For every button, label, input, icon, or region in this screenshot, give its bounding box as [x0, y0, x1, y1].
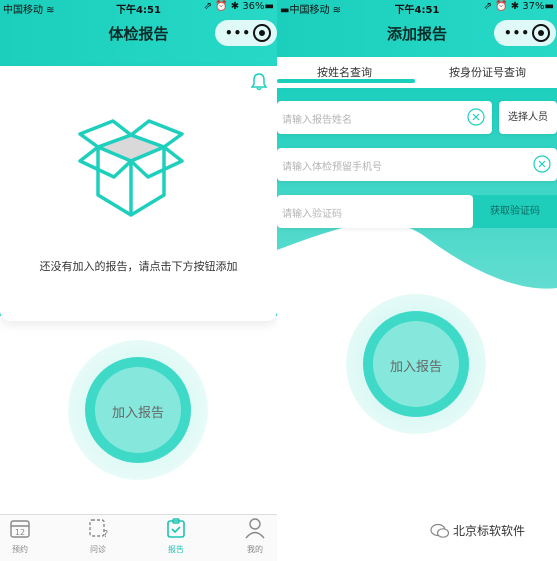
tab-label: 问诊 — [90, 545, 106, 554]
tab-profile[interactable]: 我的 — [235, 517, 275, 555]
code-placeholder: 请输入验证码 — [282, 209, 342, 220]
name-input[interactable]: 请输入报告姓名 — [277, 101, 492, 134]
report-icon — [167, 518, 185, 538]
miniprogram-capsule: ••• — [215, 20, 277, 46]
phone-input[interactable]: 请输入体检预留手机号 — [277, 148, 557, 181]
svg-text:?: ? — [103, 529, 108, 539]
watermark-text: 北京标软软件 — [453, 524, 526, 538]
more-icon[interactable]: ••• — [225, 27, 251, 39]
close-miniprogram-icon[interactable] — [532, 24, 550, 42]
status-icons: ⇗ ⏰ ✱ 37%▬ — [483, 1, 554, 12]
miniprogram-capsule: ••• — [494, 20, 556, 46]
tab-report[interactable]: 报告 — [156, 517, 196, 555]
select-person-button[interactable]: 选择人员 — [499, 101, 557, 134]
name-placeholder: 请输入报告姓名 — [282, 115, 352, 126]
code-input[interactable]: 请输入验证码 — [277, 195, 473, 228]
get-code-button[interactable]: 获取验证码 — [473, 195, 557, 228]
add-report-label: 加入报告 — [389, 360, 442, 375]
clear-icon[interactable] — [533, 155, 551, 173]
tab-by-id[interactable]: 按身份证号查询 — [449, 64, 526, 80]
header: 中国移动 ≋ 下午4:51 ⇗ ⏰ ✱ 36%▬ 体检报告 ••• — [0, 0, 277, 66]
tab-consult[interactable]: ? 问诊 — [78, 517, 118, 555]
tab-bar: 12 预约 ? 问诊 报告 我的 — [0, 514, 277, 561]
bell-icon[interactable] — [249, 72, 269, 92]
user-icon — [245, 518, 265, 539]
close-miniprogram-icon[interactable] — [253, 24, 271, 42]
report-list-screen: 中国移动 ≋ 下午4:51 ⇗ ⏰ ✱ 36%▬ 体检报告 ••• 还没有加入的… — [0, 0, 277, 561]
consult-icon: ? — [89, 519, 108, 540]
svg-text:12: 12 — [15, 528, 25, 537]
clear-icon[interactable] — [467, 108, 485, 126]
tab-label: 报告 — [168, 545, 184, 554]
calendar-icon: 12 — [10, 520, 30, 538]
phone-placeholder: 请输入体检预留手机号 — [282, 162, 382, 173]
tab-label: 预约 — [12, 545, 28, 554]
add-report-screen: ▬中国移动 ≋ 下午4:51 ⇗ ⏰ ✱ 37%▬ 添加报告 ••• 按姓名查询… — [277, 0, 557, 561]
add-report-label: 加入报告 — [111, 406, 164, 421]
report-card: 还没有加入的报告，请点击下方按钮添加 — [0, 66, 277, 321]
active-tab-indicator — [277, 79, 415, 83]
more-icon[interactable]: ••• — [504, 27, 530, 39]
status-icons: ⇗ ⏰ ✱ 36%▬ — [203, 1, 274, 12]
wechat-icon — [430, 523, 450, 538]
status-bar: 中国移动 ≋ 下午4:51 ⇗ ⏰ ✱ 36%▬ — [0, 0, 277, 16]
status-bar: ▬中国移动 ≋ 下午4:51 ⇗ ⏰ ✱ 37%▬ — [277, 0, 557, 16]
tab-label: 我的 — [247, 545, 263, 554]
empty-box-icon — [78, 119, 184, 217]
empty-state-text: 还没有加入的报告，请点击下方按钮添加 — [39, 260, 238, 273]
tab-appointment[interactable]: 12 预约 — [0, 517, 40, 555]
tab-by-name[interactable]: 按姓名查询 — [317, 64, 372, 80]
